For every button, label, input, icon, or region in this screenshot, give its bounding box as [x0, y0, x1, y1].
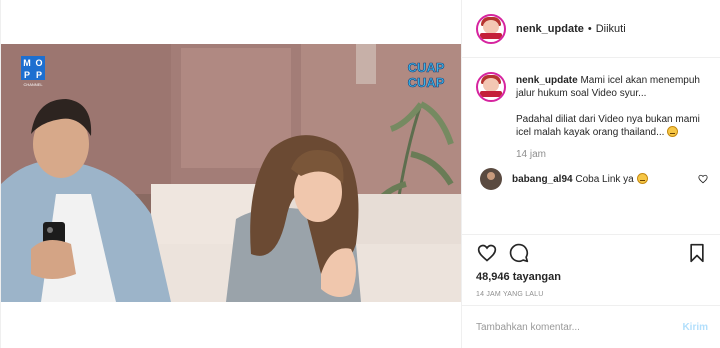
- post-timestamp[interactable]: 14 JAM YANG LALU: [476, 291, 708, 298]
- separator-dot: •: [587, 22, 592, 35]
- commenter-avatar[interactable]: [480, 168, 502, 190]
- send-button[interactable]: Kirim: [682, 322, 708, 333]
- logo-letter: P: [24, 70, 30, 80]
- overlay-text-2: CUAP: [408, 75, 445, 90]
- comment-item: babang_al94 Coba Link ya: [476, 168, 708, 190]
- logo-sub: CHANNEL: [23, 82, 43, 87]
- comment-input[interactable]: [476, 321, 683, 333]
- caption-username[interactable]: nenk_update: [516, 75, 578, 86]
- caption: nenk_update Mami icel akan menempuh jalu…: [476, 72, 708, 152]
- comment-body: Coba Link ya: [575, 174, 634, 185]
- logo-letter: O: [35, 58, 42, 68]
- video-player[interactable]: M O P P CHANNEL CUAP CUAP: [1, 44, 461, 302]
- heart-icon: [477, 244, 497, 262]
- view-count[interactable]: 48,946 tayangan: [476, 271, 708, 283]
- grinning-face-icon: [636, 173, 648, 184]
- post-header: nenk_update • Diikuti: [462, 0, 720, 58]
- overlay-text-1: CUAP: [408, 60, 445, 75]
- logo-letter: P: [36, 70, 42, 80]
- follow-status-button[interactable]: Diikuti: [596, 23, 626, 35]
- program-title-overlay: CUAP CUAP: [407, 60, 445, 91]
- like-comment-icon[interactable]: [698, 174, 708, 184]
- avatar[interactable]: [476, 13, 506, 44]
- comments-section: nenk_update Mami icel akan menempuh jalu…: [462, 58, 720, 234]
- video-frame: M O P P CHANNEL CUAP CUAP: [1, 44, 461, 302]
- save-button[interactable]: [686, 242, 708, 264]
- comment-text: babang_al94 Coba Link ya: [512, 173, 692, 185]
- caption-text: nenk_update Mami icel akan menempuh jalu…: [516, 72, 706, 152]
- comment-button[interactable]: [508, 242, 530, 264]
- like-button[interactable]: [476, 242, 498, 264]
- comment-bubble-icon: [509, 243, 529, 263]
- action-icons: [476, 241, 708, 265]
- post-dialog: M O P P CHANNEL CUAP CUAP nenk_update • …: [0, 0, 720, 348]
- comment-username[interactable]: babang_al94: [512, 174, 573, 185]
- grimacing-face-icon: [667, 126, 679, 137]
- header-username[interactable]: nenk_update: [516, 23, 584, 35]
- post-sidebar: nenk_update • Diikuti nenk_update Mami i…: [461, 0, 720, 348]
- logo-letter: M: [23, 58, 31, 68]
- bookmark-icon: [690, 243, 704, 263]
- caption-avatar[interactable]: [476, 72, 506, 102]
- channel-logo: M O P P CHANNEL: [21, 56, 45, 87]
- add-comment-bar: Kirim: [462, 305, 720, 348]
